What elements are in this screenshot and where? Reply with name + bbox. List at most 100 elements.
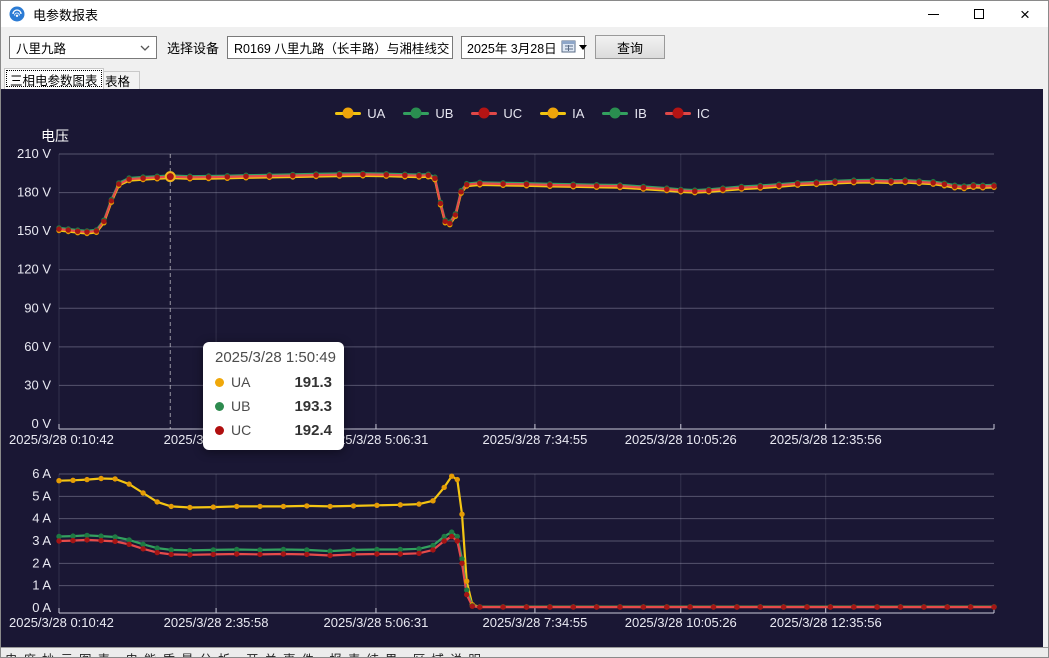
legend-label: IC — [697, 106, 710, 121]
series-marker — [945, 604, 950, 609]
titlebar: 电参数报表 × — [1, 1, 1048, 27]
series-marker — [739, 185, 744, 190]
y-tick-label: 5 A — [32, 488, 51, 503]
series-marker — [66, 227, 71, 232]
legend-dot-icon — [343, 108, 354, 119]
series-marker — [758, 184, 763, 189]
series-marker — [398, 502, 403, 507]
tooltip-row: UB193.3 — [215, 394, 332, 418]
series-marker — [225, 174, 230, 179]
series-marker — [524, 182, 529, 187]
series-marker — [281, 551, 286, 556]
legend-line-icon — [602, 112, 628, 115]
series-marker — [720, 187, 725, 192]
series-marker — [187, 175, 192, 180]
legend-item-ua[interactable]: UA — [335, 106, 385, 121]
series-marker — [140, 546, 145, 551]
series-marker — [795, 181, 800, 186]
series-marker — [234, 504, 239, 509]
y-tick-label: 1 A — [32, 578, 51, 593]
series-marker — [101, 219, 106, 224]
series-marker — [187, 505, 192, 510]
chart-tooltip: 2025/3/28 1:50:49 UA191.3UB193.3UC192.4 — [203, 342, 344, 450]
series-marker — [416, 501, 421, 506]
series-marker — [430, 547, 435, 552]
series-marker — [594, 604, 599, 609]
series-marker — [617, 183, 622, 188]
series-marker — [426, 173, 431, 178]
series-marker — [692, 189, 697, 194]
legend-line-icon — [665, 112, 691, 115]
series-marker — [500, 181, 505, 186]
series-marker — [211, 552, 216, 557]
series-marker — [126, 542, 131, 547]
legend-item-uc[interactable]: UC — [471, 106, 522, 121]
series-marker — [56, 538, 61, 543]
chevron-down-icon — [449, 40, 453, 54]
tooltip-series-dot — [215, 378, 224, 387]
series-marker — [781, 604, 786, 609]
tooltip-series-value: 191.3 — [294, 374, 332, 391]
legend-line-icon — [471, 112, 497, 115]
series-marker — [758, 604, 763, 609]
x-tick-label: 2025/3/28 12:35:56 — [770, 432, 882, 447]
series-marker — [112, 539, 117, 544]
area-select[interactable]: 八里九路 — [9, 36, 157, 59]
series-marker — [991, 604, 996, 609]
series-marker — [290, 173, 295, 178]
app-icon — [9, 6, 25, 22]
legend-item-ia[interactable]: IA — [540, 106, 584, 121]
series-marker — [458, 189, 463, 194]
maximize-button[interactable] — [956, 1, 1002, 27]
series-marker — [169, 552, 174, 557]
toolbar: 八里九路 选择设备 R0169 八里九路（长丰路）与湘桂线交 2025年 3月2… — [1, 27, 1048, 67]
chart-legend[interactable]: UA UB UC IA IB IC — [1, 103, 1044, 123]
current-chart[interactable]: 6 A5 A4 A3 A2 A1 A0 A2025/3/28 0:10:4220… — [1, 451, 1044, 649]
close-button[interactable]: × — [1002, 1, 1048, 27]
device-select[interactable]: R0169 八里九路（长丰路）与湘桂线交 — [227, 36, 453, 59]
series-marker — [971, 183, 976, 188]
app-window: 电参数报表 × 八里九路 选择设备 R0169 八里九路（长丰路）与湘桂线交 2… — [0, 0, 1049, 658]
series-marker — [641, 185, 646, 190]
series-marker — [140, 490, 145, 495]
legend-item-ic[interactable]: IC — [665, 106, 710, 121]
y-tick-label: 0 A — [32, 600, 51, 615]
series-marker — [706, 188, 711, 193]
tab-three-phase-chart[interactable]: 三相电参数图表 — [4, 68, 104, 89]
series-marker — [832, 179, 837, 184]
series-marker — [281, 504, 286, 509]
series-marker — [931, 180, 936, 185]
x-tick-label: 2025/3/28 0:10:42 — [9, 432, 114, 447]
series-marker — [917, 179, 922, 184]
query-button[interactable]: 查询 — [595, 35, 665, 59]
legend-dot-icon — [610, 108, 621, 119]
series-marker — [169, 504, 174, 509]
series-marker — [898, 604, 903, 609]
x-tick-label: 2025/3/28 2:35:58 — [164, 615, 269, 630]
series-marker — [155, 175, 160, 180]
series-marker — [416, 551, 421, 556]
background-window-strip: 电度抄示图表 电能质量分析 开关事件 报表结果 区域说明 — [1, 647, 1048, 657]
x-tick-label: 2025/3/28 10:05:26 — [625, 615, 737, 630]
hovered-point-ring — [166, 172, 175, 181]
legend-item-ub[interactable]: UB — [403, 106, 453, 121]
y-tick-label: 150 V — [17, 223, 51, 238]
voltage-chart[interactable]: 210 V180 V150 V120 V90 V60 V30 V0 V2025/… — [1, 89, 1044, 451]
y-tick-label: 60 V — [24, 339, 51, 354]
series-marker — [455, 477, 460, 482]
series-marker — [447, 221, 452, 226]
date-picker[interactable]: 2025年 3月28日 — [461, 36, 585, 59]
series-marker — [98, 538, 103, 543]
legend-item-ib[interactable]: IB — [602, 106, 646, 121]
series-marker — [257, 552, 262, 557]
series-marker — [384, 172, 389, 177]
series-marker — [464, 592, 469, 597]
tooltip-series-value: 192.4 — [294, 422, 332, 439]
chevron-down-icon — [134, 40, 156, 54]
legend-line-icon — [335, 112, 361, 115]
series-marker — [109, 198, 114, 203]
series-marker — [70, 538, 75, 543]
series-marker — [687, 604, 692, 609]
minimize-button[interactable] — [910, 1, 956, 27]
series-marker — [459, 561, 464, 566]
